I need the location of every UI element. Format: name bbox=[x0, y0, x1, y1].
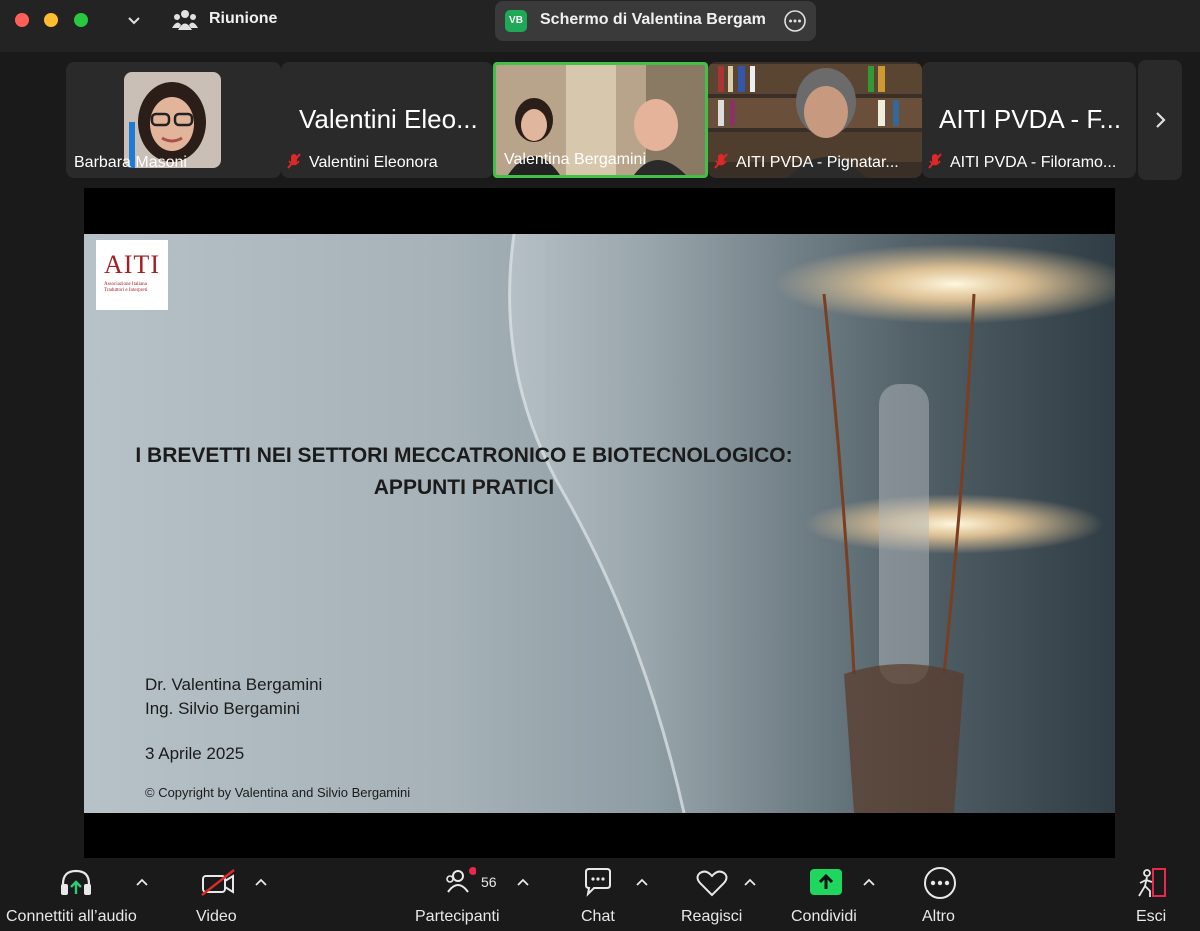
video-options-caret-icon[interactable] bbox=[253, 876, 269, 888]
participant-tile-barbara-masoni[interactable]: ⋯ Barbara Masoni bbox=[66, 62, 281, 178]
participant-name: AITI PVDA - Pignatar... bbox=[736, 154, 899, 171]
chat-label: Chat bbox=[581, 908, 615, 925]
title-bar: Riunione VB Schermo di Valentina Bergam bbox=[0, 0, 1200, 52]
slide-title-line2: APPUNTI PRATICI bbox=[373, 476, 555, 499]
chat-button[interactable]: Chat bbox=[570, 858, 630, 931]
light-bulb-image bbox=[508, 234, 1115, 813]
minimize-window-button[interactable] bbox=[44, 13, 58, 27]
screen-share-title: Schermo di Valentina Bergam bbox=[540, 11, 766, 28]
slide-author-2: Ing. Silvio Bergamini bbox=[145, 699, 300, 718]
meeting-participants-icon bbox=[172, 10, 198, 30]
participant-name: Barbara Masoni bbox=[74, 154, 187, 171]
participant-big-name: AITI PVDA - F... bbox=[939, 104, 1122, 134]
logo-text: AITI bbox=[104, 250, 160, 279]
react-button[interactable]: Reagisci bbox=[675, 858, 751, 931]
muted-mic-icon bbox=[928, 153, 942, 169]
participant-name-row: AITI PVDA - Pignatar... bbox=[712, 152, 899, 172]
participant-name-row: Valentini Eleonora bbox=[285, 152, 438, 172]
share-screen-icon bbox=[810, 869, 842, 895]
leave-meeting-button[interactable]: Esci bbox=[1124, 858, 1180, 931]
slide-title: I BREVETTI NEI SETTORI MECCATRONICO E BI… bbox=[84, 440, 844, 504]
chat-options-caret-icon[interactable] bbox=[634, 876, 650, 888]
shared-screen: AITI Associazione Italiana Traduttori e … bbox=[84, 188, 1115, 858]
participant-name-row: AITI PVDA - Filoramo... bbox=[926, 152, 1116, 172]
video-off-icon bbox=[201, 869, 235, 896]
slide-date: 3 Aprile 2025 bbox=[145, 744, 245, 763]
meeting-label: Riunione bbox=[209, 10, 278, 27]
close-window-button[interactable] bbox=[15, 13, 29, 27]
exit-door-icon bbox=[1138, 868, 1166, 897]
share-options-caret-icon[interactable] bbox=[861, 876, 877, 888]
fullscreen-window-button[interactable] bbox=[74, 13, 88, 27]
participants-count: 56 bbox=[481, 874, 497, 890]
participants-icon bbox=[446, 867, 476, 893]
slide-author-1: Dr. Valentina Bergamini bbox=[145, 675, 323, 694]
join-audio-button[interactable]: Connettiti all’audio bbox=[0, 858, 160, 931]
more-icon bbox=[924, 867, 956, 899]
participant-tile-aiti-pvda-filoramo[interactable]: AITI PVDA - F... AITI PVDA - Filoramo... bbox=[922, 62, 1136, 178]
leave-label: Esci bbox=[1136, 908, 1167, 925]
participant-name: Valentina Bergamini bbox=[504, 151, 647, 168]
participants-label: Partecipanti bbox=[415, 908, 500, 925]
share-label: Condividi bbox=[791, 908, 857, 925]
chat-icon bbox=[585, 868, 611, 897]
video-label: Video bbox=[196, 908, 237, 925]
more-options-icon[interactable] bbox=[783, 9, 807, 33]
share-screen-button[interactable]: Condividi bbox=[788, 858, 864, 931]
slide-copyright: © Copyright by Valentina and Silvio Berg… bbox=[145, 785, 411, 800]
participants-options-caret-icon[interactable] bbox=[515, 876, 531, 888]
meeting-toolbar: Connettiti all’audio Video 56 Partecipan… bbox=[0, 858, 1200, 931]
react-options-caret-icon[interactable] bbox=[742, 876, 758, 888]
participant-tile-valentini-eleonora[interactable]: Valentini Eleo... Valentini Eleonora bbox=[281, 62, 493, 178]
video-button[interactable]: Video bbox=[180, 858, 256, 931]
muted-mic-icon bbox=[714, 153, 728, 169]
slide-title-line1: I BREVETTI NEI SETTORI MECCATRONICO E BI… bbox=[135, 444, 793, 467]
react-label: Reagisci bbox=[681, 908, 743, 925]
audio-options-caret-icon[interactable] bbox=[134, 876, 150, 888]
participant-name: Valentini Eleonora bbox=[309, 154, 438, 171]
heart-icon bbox=[696, 870, 728, 897]
presenter-avatar-badge: VB bbox=[505, 10, 527, 32]
audio-label: Connettiti all’audio bbox=[6, 908, 137, 925]
participant-name: AITI PVDA - Filoramo... bbox=[950, 154, 1117, 171]
participants-button[interactable]: 56 Partecipanti bbox=[410, 858, 510, 931]
headphones-icon bbox=[61, 869, 91, 895]
muted-mic-icon bbox=[287, 153, 301, 169]
participant-big-name: Valentini Eleo... bbox=[299, 104, 478, 134]
participant-tile-aiti-pvda-pignatar[interactable]: AITI PVDA - Pignatar... bbox=[708, 62, 922, 178]
presentation-slide: AITI Associazione Italiana Traduttori e … bbox=[84, 234, 1115, 813]
screen-share-indicator[interactable]: VB Schermo di Valentina Bergam bbox=[495, 1, 816, 41]
chevron-right-icon bbox=[1156, 112, 1166, 128]
more-label: Altro bbox=[922, 908, 955, 925]
participant-tile-valentina-bergamini[interactable]: Valentina Bergamini bbox=[493, 62, 708, 178]
more-button[interactable]: Altro bbox=[910, 858, 970, 931]
chevron-down-icon[interactable] bbox=[124, 10, 144, 30]
next-page-button[interactable] bbox=[1138, 60, 1182, 180]
participant-strip: ⋯ Barbara Masoni Valentini Eleo... Valen… bbox=[0, 58, 1200, 184]
aiti-logo: AITI Associazione Italiana Traduttori e … bbox=[96, 240, 168, 310]
logo-subtitle: Associazione Italiana Traduttori e Inter… bbox=[104, 282, 148, 293]
